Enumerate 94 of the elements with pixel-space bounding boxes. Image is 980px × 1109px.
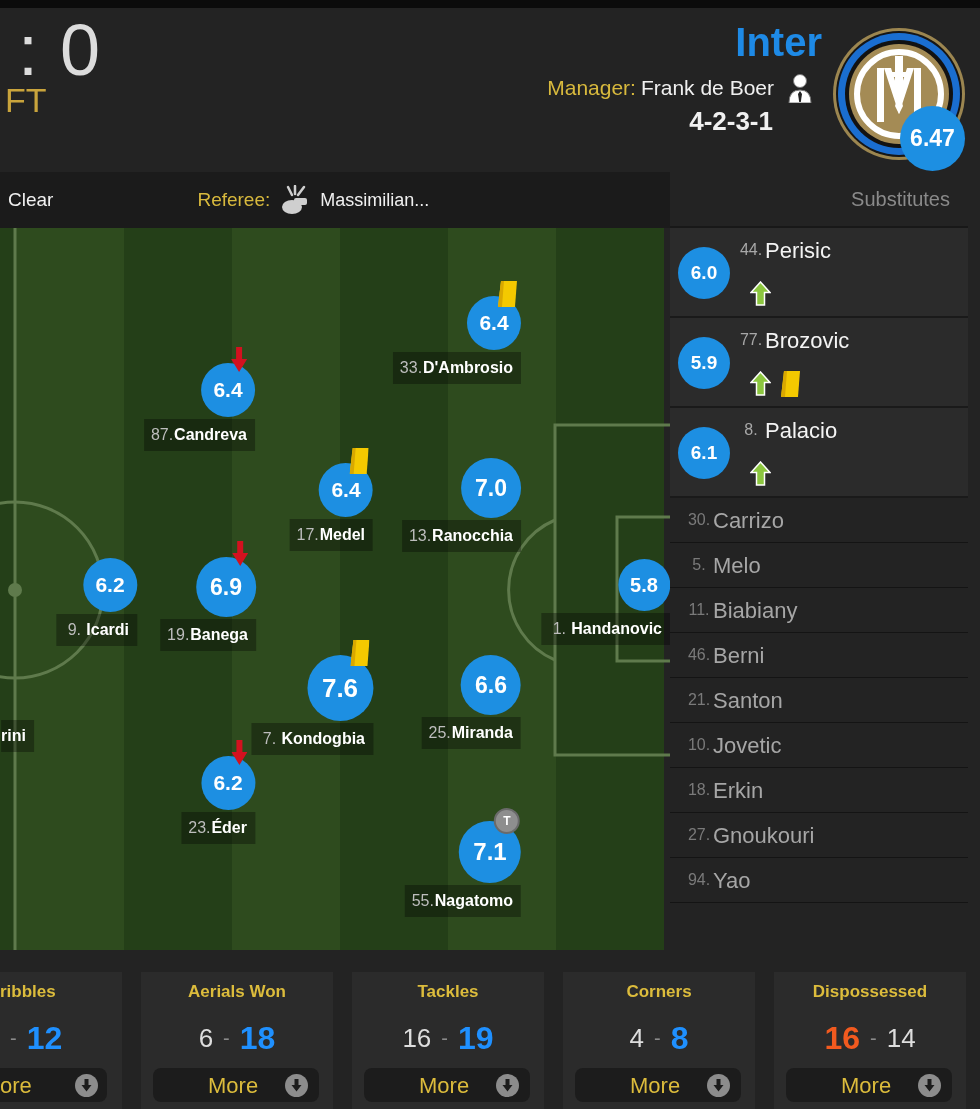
shirt-number: 9. bbox=[66, 620, 82, 640]
centre-spot bbox=[8, 583, 22, 597]
shirt-number: 25. bbox=[427, 723, 452, 743]
shirt-number: 55. bbox=[410, 891, 435, 911]
player-name: Icardi bbox=[86, 620, 129, 640]
player-name: Gnoukouri bbox=[713, 821, 815, 850]
shirt-number: 17. bbox=[295, 525, 320, 545]
stat-separator: - bbox=[10, 1026, 17, 1051]
shirt-number: 18. bbox=[686, 780, 712, 800]
shirt-number: 10. bbox=[686, 735, 712, 755]
stat-value: 16 bbox=[402, 1021, 432, 1055]
player-name: Yao bbox=[713, 866, 751, 895]
shirt-number: 33. bbox=[398, 358, 423, 378]
shirt-number: 8. bbox=[743, 420, 759, 440]
shirt-number: 19. bbox=[166, 625, 191, 645]
stat-title: Tackles bbox=[417, 981, 479, 1003]
manager-label: Manager: bbox=[547, 75, 636, 102]
player-name: Miranda bbox=[451, 723, 513, 743]
down-circle-icon bbox=[285, 1073, 308, 1097]
team-rating-badge: 6.47 bbox=[900, 106, 965, 171]
down-circle-icon bbox=[75, 1073, 98, 1097]
down-circle-icon bbox=[707, 1073, 730, 1097]
player-name: Ranocchia bbox=[432, 526, 513, 546]
stat-value: 6 bbox=[198, 1021, 214, 1055]
player-name: Brozovic bbox=[765, 326, 850, 355]
shirt-number: 11. bbox=[687, 600, 711, 620]
down-circle-icon bbox=[918, 1073, 941, 1097]
stat-separator: - bbox=[654, 1026, 661, 1051]
formation: 4-2-3-1 bbox=[689, 106, 773, 136]
substitutes-heading: Substitutes bbox=[851, 187, 950, 212]
shirt-number: 87. bbox=[150, 425, 174, 445]
referee-label: Referee: bbox=[197, 187, 271, 212]
player-name: Medel bbox=[319, 525, 365, 545]
stat-value: 19 bbox=[458, 1019, 494, 1058]
stat-title: Aerials Won bbox=[188, 981, 286, 1003]
person-in-suit-icon bbox=[788, 73, 812, 103]
player-name: Carrizo bbox=[713, 506, 784, 535]
player-name: Erkin bbox=[713, 776, 764, 805]
shirt-number: 44. bbox=[738, 240, 764, 260]
stat-title: ribbles bbox=[0, 981, 56, 1003]
team-name: Inter bbox=[735, 22, 822, 62]
score: 0 bbox=[60, 14, 101, 86]
player-name: Perisic bbox=[765, 236, 831, 265]
more-button[interactable]: More bbox=[786, 1068, 952, 1102]
more-button[interactable]: More bbox=[575, 1068, 741, 1102]
stat-value: 14 bbox=[886, 1021, 916, 1055]
stat-value: 18 bbox=[239, 1019, 276, 1058]
shirt-number: 30. bbox=[686, 510, 712, 530]
clear-button[interactable]: Clear bbox=[8, 185, 54, 215]
stat-title: Dispossessed bbox=[812, 981, 928, 1003]
stat-value: 4 bbox=[629, 1021, 644, 1055]
player-name: Nagatomo bbox=[434, 891, 513, 911]
player-name: Candreva bbox=[174, 425, 247, 445]
stat-value: 8 bbox=[670, 1019, 689, 1058]
shirt-number: 23. bbox=[187, 818, 212, 838]
stat-separator: - bbox=[223, 1026, 230, 1051]
more-button[interactable]: More bbox=[153, 1068, 319, 1102]
shirt-number: 94. bbox=[686, 870, 712, 890]
player-name: Kondogbia bbox=[281, 729, 365, 749]
shirt-number: 27. bbox=[686, 825, 712, 845]
score-separator: : bbox=[18, 14, 38, 86]
stat-separator: - bbox=[870, 1026, 877, 1051]
manager-name: Frank de Boer bbox=[640, 75, 774, 102]
shirt-number: 5. bbox=[691, 555, 707, 575]
player-name: Banega bbox=[190, 625, 248, 645]
shirt-number: 13. bbox=[408, 526, 433, 546]
rating-badge: 6.1 bbox=[678, 427, 730, 479]
player-name: Melo bbox=[713, 551, 761, 580]
down-circle-icon bbox=[496, 1073, 519, 1097]
stat-title: Corners bbox=[626, 981, 692, 1003]
player-name: Jovetic bbox=[713, 731, 782, 760]
referee-name: Massimilian... bbox=[320, 188, 430, 212]
player-name: rini bbox=[1, 726, 26, 746]
stat-value: 16 bbox=[824, 1019, 860, 1058]
whistle-icon bbox=[280, 185, 309, 215]
player-name: Éder bbox=[211, 818, 247, 838]
player-name: Santon bbox=[713, 686, 783, 715]
rating-badge: 6.0 bbox=[678, 247, 730, 299]
more-button[interactable]: More bbox=[364, 1068, 530, 1102]
shirt-number: 46. bbox=[686, 645, 712, 665]
player-name: D'Ambrosio bbox=[422, 358, 513, 378]
player-name: Palacio bbox=[765, 416, 838, 445]
stat-value: 12 bbox=[26, 1019, 63, 1058]
shirt-number: 1. bbox=[551, 619, 567, 639]
stat-separator: - bbox=[441, 1026, 448, 1051]
more-button[interactable]: ore bbox=[0, 1068, 107, 1102]
rating-badge: 5.9 bbox=[678, 337, 730, 389]
player-name: Biabiany bbox=[713, 596, 798, 625]
match-status: FT bbox=[5, 83, 48, 117]
player-name: Berni bbox=[713, 641, 765, 670]
shirt-number: 21. bbox=[686, 690, 712, 710]
shirt-number: 77. bbox=[738, 330, 764, 350]
player-name: Handanovic bbox=[571, 619, 662, 639]
shirt-number: 7. bbox=[261, 729, 278, 749]
